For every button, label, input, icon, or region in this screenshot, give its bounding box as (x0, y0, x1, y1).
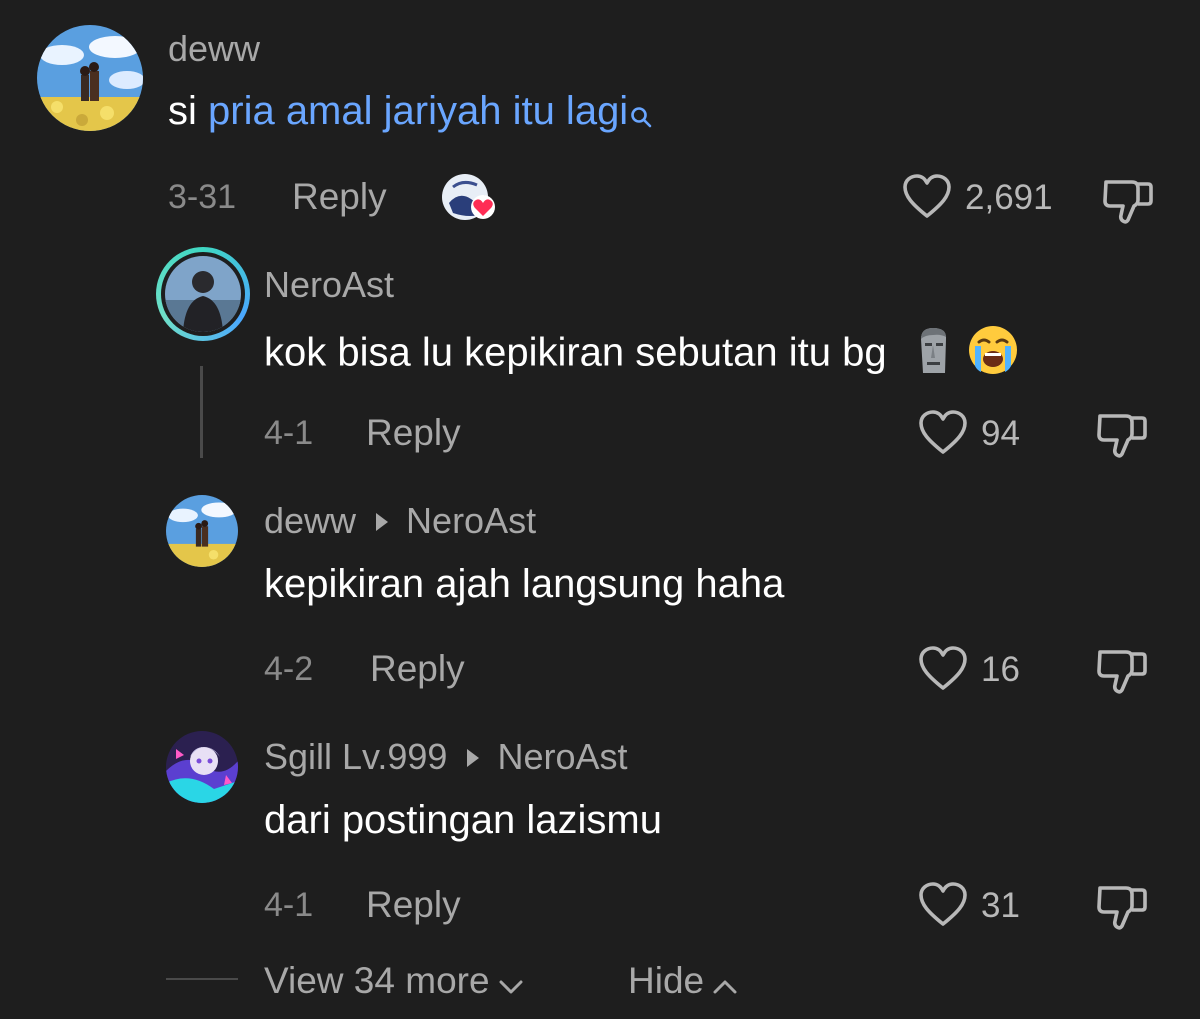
reply-button[interactable]: Reply (370, 648, 465, 690)
avatar-deww[interactable] (37, 25, 143, 131)
reply-to-arrow-icon (376, 513, 389, 532)
reply-header: Sgill Lv.999 NeroAst (264, 737, 628, 777)
thumbs-down-icon[interactable] (1096, 646, 1148, 699)
reply-text: dari postingan lazismu (264, 798, 662, 842)
heart-outline-icon[interactable] (918, 410, 968, 461)
thumbs-down-icon[interactable] (1096, 410, 1148, 463)
creator-heart-badge (441, 173, 499, 223)
comment-text-prefix: si (168, 89, 208, 133)
loudly-crying-emoji (967, 324, 1019, 386)
reply-text: kok bisa lu kepikiran sebutan itu bg (264, 324, 1019, 386)
footer-divider (166, 978, 238, 980)
reply-username[interactable]: NeroAst (264, 265, 394, 305)
reply-date: 4-1 (264, 886, 314, 924)
avatar-neroast[interactable] (156, 247, 250, 341)
hide-button[interactable]: Hide (628, 960, 738, 1004)
reply-username[interactable]: deww (264, 500, 356, 541)
reply-date: 4-2 (264, 650, 314, 688)
reply-text-body: kok bisa lu kepikiran sebutan itu bg (264, 330, 887, 375)
reply-username[interactable]: Sgill Lv.999 (264, 736, 447, 777)
reply-like-count: 16 (981, 650, 1020, 689)
heart-outline-icon[interactable] (918, 646, 968, 697)
search-icon[interactable] (630, 92, 652, 138)
comment-search-link[interactable]: pria amal jariyah itu lagi (208, 89, 628, 133)
chevron-down-icon (498, 962, 524, 1004)
view-more-button[interactable]: View 34 more (264, 960, 524, 1004)
reply-text: kepikiran ajah langsung haha (264, 562, 785, 606)
comment-date: 3-31 (168, 178, 237, 216)
comment-username[interactable]: deww (168, 29, 260, 69)
reply-to-arrow-icon (467, 749, 480, 768)
reply-date: 4-1 (264, 414, 314, 452)
avatar-deww[interactable] (166, 495, 238, 567)
reply-header: deww NeroAst (264, 501, 536, 541)
hide-label: Hide (628, 960, 705, 1001)
comment-like-count: 2,691 (965, 178, 1053, 217)
chevron-up-icon (712, 962, 738, 1004)
moai-emoji (913, 325, 953, 385)
reply-to-username[interactable]: NeroAst (497, 736, 627, 777)
thumbs-down-icon[interactable] (1096, 882, 1148, 935)
reply-like-count: 31 (981, 886, 1020, 925)
reply-button[interactable]: Reply (366, 412, 461, 454)
heart-outline-icon[interactable] (918, 882, 968, 933)
comment-text: si pria amal jariyah itu lagi (168, 88, 652, 138)
reply-to-username[interactable]: NeroAst (406, 500, 536, 541)
thread-connector-line (200, 366, 203, 458)
avatar-sgill[interactable] (166, 731, 238, 803)
view-more-label: View 34 more (264, 960, 490, 1001)
reply-like-count: 94 (981, 414, 1020, 453)
reply-button[interactable]: Reply (366, 884, 461, 926)
thumbs-down-icon[interactable] (1102, 176, 1154, 229)
heart-outline-icon[interactable] (902, 174, 952, 225)
comment-reply-button[interactable]: Reply (292, 176, 387, 218)
